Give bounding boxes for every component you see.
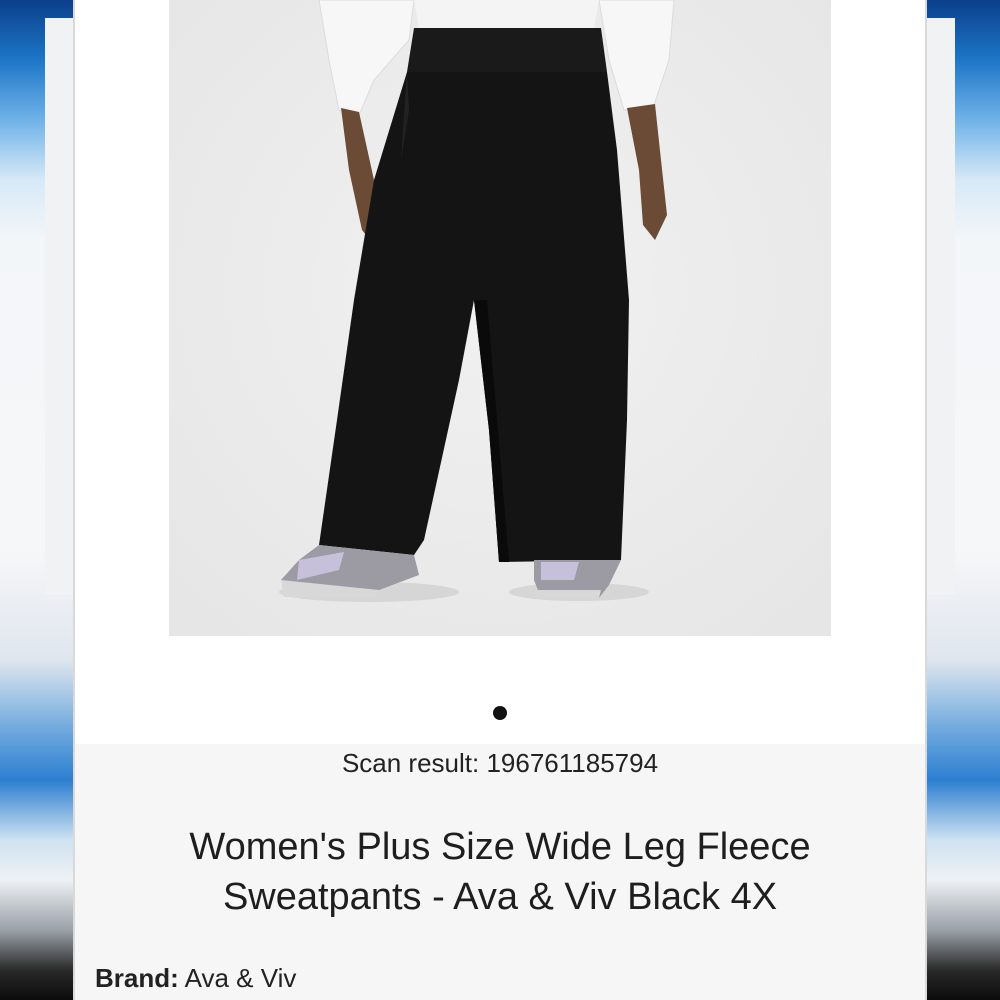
product-info-panel: Scan result: 196761185794 Women's Plus S… <box>75 744 925 1000</box>
scan-result: Scan result: 196761185794 <box>75 744 925 782</box>
screen: Scan result: 196761185794 Women's Plus S… <box>0 0 1000 1000</box>
product-image[interactable] <box>169 0 831 636</box>
product-photo-illustration <box>169 0 831 636</box>
brand-label: Brand: <box>95 963 179 993</box>
product-title: Women's Plus Size Wide Leg Fleece Sweatp… <box>75 822 925 922</box>
scan-result-value: 196761185794 <box>486 748 659 778</box>
product-card: Scan result: 196761185794 Women's Plus S… <box>75 0 925 1000</box>
carousel-dot-active[interactable] <box>493 706 507 720</box>
product-title-line-2: Sweatpants - Ava & Viv Black 4X <box>222 876 778 918</box>
scan-result-label: Scan result: <box>341 748 480 778</box>
blurred-background-left <box>0 0 75 1000</box>
brand-value: Ava & Viv <box>184 963 297 993</box>
blurred-background-right <box>925 0 1000 1000</box>
product-brand: Brand: Ava & Viv <box>95 960 296 996</box>
product-title-line-1: Women's Plus Size Wide Leg Fleece <box>189 826 811 868</box>
